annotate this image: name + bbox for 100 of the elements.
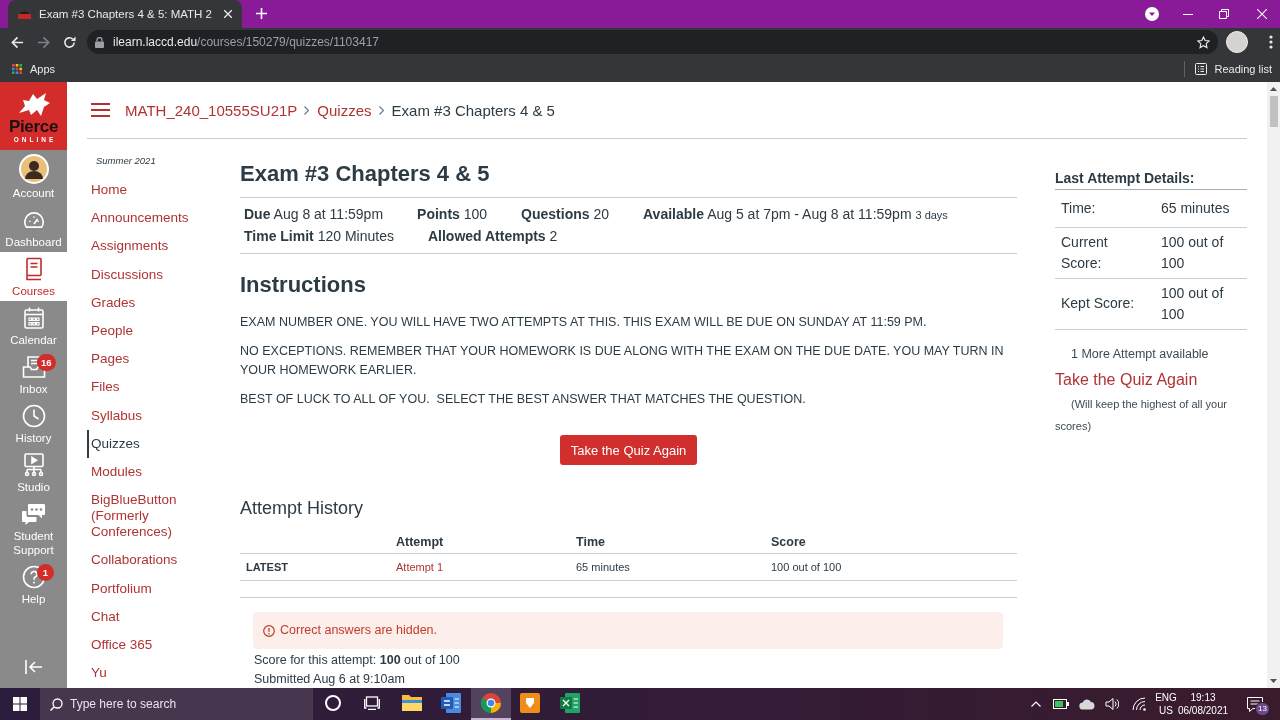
take-quiz-button[interactable]: Take the Quiz Again (559, 435, 698, 465)
restore-icon[interactable] (1219, 9, 1229, 19)
reading-list-icon[interactable] (1194, 63, 1207, 75)
global-nav-link[interactable]: Studio (0, 448, 67, 497)
profile-avatar[interactable] (1226, 31, 1248, 53)
course-nav-link[interactable]: Office 365 (87, 630, 222, 659)
volume-icon[interactable] (1105, 698, 1119, 710)
wifi-icon[interactable] (1132, 697, 1146, 711)
course-nav-link[interactable]: Files (87, 373, 222, 402)
scrollbar-track[interactable] (1267, 82, 1280, 688)
cloud-icon[interactable] (1079, 698, 1095, 710)
attempt-link[interactable]: Attempt 1 (396, 561, 444, 573)
clock-date[interactable]: 06/08/2021 (1177, 704, 1229, 717)
reload-icon[interactable] (62, 35, 76, 49)
global-nav-link[interactable]: Account (0, 150, 67, 203)
scroll-up-icon[interactable] (1270, 87, 1277, 91)
chevron-up-icon[interactable] (1031, 701, 1041, 707)
collapse-icon[interactable] (24, 660, 43, 674)
search-icon (50, 698, 63, 711)
detail-value: 65 minutes (1155, 190, 1247, 227)
course-nav-link[interactable]: Pages (87, 345, 222, 374)
chevron-icon (378, 105, 384, 115)
global-nav-link[interactable]: Calendar (0, 301, 67, 350)
emblem-icon (16, 91, 51, 117)
detail-label: Allowed Attempts (427, 228, 546, 244)
minimize-icon[interactable] (1183, 13, 1193, 15)
close-tab-icon[interactable] (224, 10, 232, 18)
chat-bubbles-icon (21, 502, 46, 526)
table-cell: 65 minutes (570, 553, 765, 581)
course-nav-link[interactable]: Assignments (87, 232, 222, 261)
detail-note: 3 days (915, 209, 948, 221)
browser-tab[interactable]: Exam #3 Chapters 4 & 5: MATH 2 (8, 0, 242, 28)
windows-start-icon[interactable] (13, 697, 27, 711)
global-nav-link[interactable]: Help 1 (0, 560, 67, 609)
breadcrumb-link[interactable]: MATH_240_10555SU21P (125, 101, 298, 119)
submitted-text: Submitted Aug 6 at 9:10am (254, 671, 406, 687)
address-bar[interactable]: ilearn.laccd.edu/courses/150279/quizzes/1103417 (87, 30, 1218, 54)
clock-time[interactable]: 19:13 (1190, 691, 1216, 704)
instruction-text: NO EXCEPTIONS. REMEMBER THAT YOUR HOMEWORK IS DUE ALONG WITH THE EXAM ON THE DUE DATE. YOU MAY TURN IN YOUR HOMEWORK EARLIER. (240, 342, 1005, 379)
course-nav-link[interactable]: Collaborations (87, 546, 222, 575)
course-nav-link[interactable]: Quizzes (87, 429, 222, 458)
course-nav-link[interactable]: Discussions (87, 260, 222, 289)
document-tile-icon (441, 693, 462, 713)
detail-label: Kept Score: (1055, 278, 1155, 329)
detail-label: Questions (521, 206, 590, 222)
course-nav-link[interactable]: Modules (87, 457, 222, 487)
detail-value: 100 out of 100 (1155, 227, 1247, 278)
detail-label: Current Score: (1055, 227, 1155, 278)
url-path: /courses/150279/quizzes/1103417 (197, 35, 379, 49)
course-nav-link[interactable]: Portfolium (87, 574, 222, 603)
menu-icon[interactable] (91, 103, 110, 117)
detail-value: 2 (549, 228, 558, 244)
course-nav-link[interactable]: Syllabus (87, 401, 222, 430)
column-header: Score (765, 530, 1017, 554)
search-field[interactable]: Type here to search (40, 688, 313, 720)
keyboard-language[interactable]: ENG (1155, 691, 1177, 704)
alert-text: Correct answers are hidden. (280, 622, 438, 639)
global-nav-link[interactable]: History (0, 399, 67, 448)
scroll-down-icon[interactable] (1270, 679, 1277, 683)
apps-grid-icon[interactable] (12, 64, 22, 74)
more-menu-icon[interactable] (1269, 35, 1273, 49)
course-nav-link[interactable]: Yu (87, 659, 222, 688)
breadcrumb-link[interactable]: Quizzes (317, 101, 372, 119)
warning-icon (263, 624, 275, 637)
clock-icon (21, 404, 46, 428)
global-nav-link[interactable]: Inbox 16 (0, 350, 67, 399)
course-nav-link[interactable]: BigBlueButton (Formerly Conferences) (87, 486, 222, 547)
table-cell: 100 out of 100 (765, 553, 1017, 581)
course-nav-link[interactable]: Chat (87, 602, 222, 631)
course-nav-link[interactable]: Grades (87, 288, 222, 317)
back-arrow-icon[interactable] (10, 35, 24, 49)
new-tab-icon[interactable] (256, 8, 267, 19)
battery-icon[interactable] (1053, 699, 1069, 709)
scrollbar-thumb[interactable] (1269, 96, 1278, 127)
global-nav-link[interactable]: Courses (0, 252, 67, 301)
course-nav-link[interactable]: Home (87, 176, 222, 205)
monitor-icon (21, 453, 46, 477)
detail-label: Due (244, 206, 271, 222)
global-nav-link[interactable]: Student Support (0, 497, 67, 560)
detail-label: Available (643, 206, 704, 222)
logo-wordmark: Pierce (8, 118, 59, 136)
instruction-text: EXAM NUMBER ONE. YOU WILL HAVE TWO ATTEMPTS AT THIS. THIS EXAM WILL BE DUE ON SUNDAY AT 11:59 PM. (240, 313, 928, 331)
star-icon[interactable] (1197, 35, 1210, 49)
course-nav-link[interactable]: Announcements (87, 204, 222, 233)
keyboard-region[interactable]: US (1159, 704, 1173, 717)
retake-link[interactable]: Take the Quiz Again (1055, 369, 1198, 390)
app-tile-icon (520, 693, 541, 713)
breadcrumb-current: Exam #3 Chapters 4 & 5 (391, 101, 555, 119)
instruction-text: BEST OF LUCK TO ALL OF YOU. SELECT THE BEST ANSWER THAT MATCHES THE QUESTION. (240, 390, 807, 408)
reading-list-link[interactable]: Reading list (1214, 63, 1272, 75)
taskbar-app-button[interactable] (471, 688, 511, 720)
course-nav-link[interactable]: People (87, 316, 222, 346)
favicon-icon (18, 9, 31, 19)
column-header: Attempt (390, 530, 570, 554)
global-nav-link[interactable]: Dashboard (0, 203, 67, 252)
close-icon[interactable] (1257, 9, 1267, 19)
tab-search-icon[interactable] (1145, 7, 1159, 21)
forward-arrow-icon[interactable] (36, 35, 50, 49)
bookmark-link[interactable]: Apps (30, 63, 56, 75)
section-heading: Instructions (240, 272, 367, 298)
